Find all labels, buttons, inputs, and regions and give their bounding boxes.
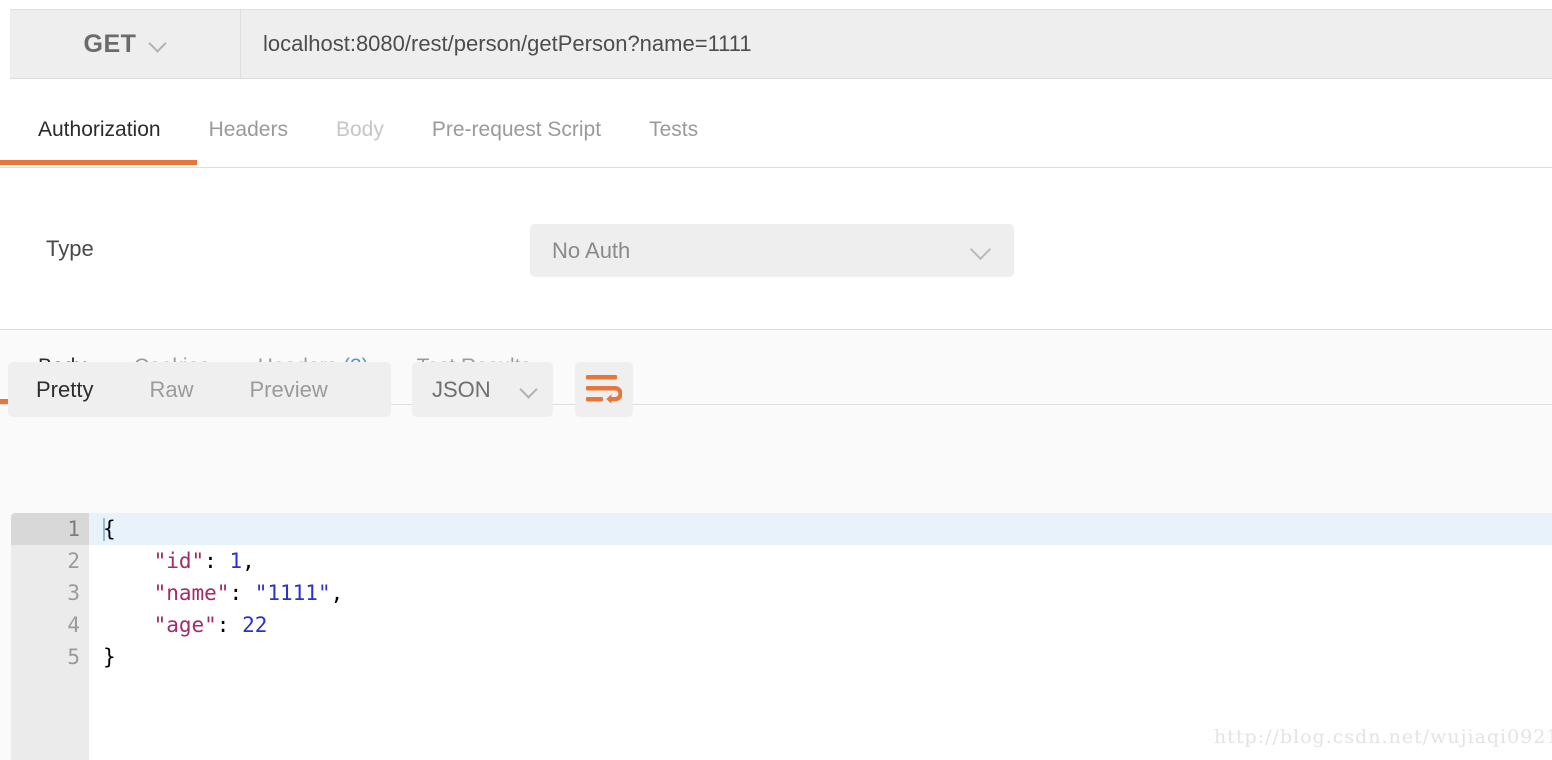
editor-code-line: "id": 1, [89,545,1552,577]
view-mode-pretty[interactable]: Pretty [8,377,121,403]
code-token: 1 [229,549,242,573]
response-body-editor[interactable]: 12345 { "id": 1, "name": "1111", "age": … [11,513,1552,760]
http-method-label: GET [84,30,137,59]
tab-headers[interactable]: Headers [185,100,312,142]
editor-line-number: 2 [11,545,89,577]
view-mode-preview[interactable]: Preview [221,377,355,403]
auth-type-select[interactable]: No Auth [530,224,1014,277]
http-method-select[interactable]: GET [10,10,241,78]
response-view-mode-group: Pretty Raw Preview [8,362,391,417]
code-token: 22 [242,613,267,637]
request-url-bar: GET localhost:8080/rest/person/getPerson… [10,9,1552,79]
request-tabs: Authorization Headers Body Pre-request S… [0,100,1552,168]
code-token: "name" [154,581,230,605]
word-wrap-icon [586,374,622,405]
code-token: "age" [154,613,217,637]
watermark: http://blog.csdn.net/wujiaqi0921 [1214,726,1552,748]
editor-line-number: 3 [11,577,89,609]
code-token: } [103,645,116,669]
response-format-value: JSON [412,377,521,403]
request-tab-active-indicator [0,160,197,165]
auth-type-value: No Auth [530,238,972,264]
tab-tests[interactable]: Tests [625,100,722,142]
code-token: "1111" [255,581,331,605]
chevron-down-icon [150,36,166,52]
editor-line-number: 4 [11,609,89,641]
chevron-down-icon [972,241,992,261]
editor-code-line: { [89,513,1552,545]
editor-code-line: "age": 22 [89,609,1552,641]
tab-authorization[interactable]: Authorization [14,100,185,142]
word-wrap-button[interactable] [575,362,633,417]
code-token: , [331,581,344,605]
editor-line-number: 1 [11,513,89,545]
authorization-panel: Type No Auth [0,168,1552,330]
tab-body[interactable]: Body [312,100,408,142]
code-token: : [229,581,254,605]
editor-code-line: "name": "1111", [89,577,1552,609]
tab-pre-request-script[interactable]: Pre-request Script [408,100,625,142]
editor-code-area[interactable]: { "id": 1, "name": "1111", "age": 22} [89,513,1552,760]
response-format-select[interactable]: JSON [412,362,553,417]
editor-line-number: 5 [11,641,89,673]
code-token: : [217,613,242,637]
code-token: { [103,517,116,541]
code-token: , [242,549,255,573]
code-token: "id" [154,549,205,573]
chevron-down-icon [521,382,537,398]
editor-line-number-gutter: 12345 [11,513,89,760]
code-token [103,613,154,637]
editor-code-line: } [89,641,1552,673]
code-token [103,549,154,573]
view-mode-raw[interactable]: Raw [121,377,221,403]
code-token: : [204,549,229,573]
code-token [103,581,154,605]
request-url-input[interactable]: localhost:8080/rest/person/getPerson?nam… [241,10,1552,78]
auth-type-label: Type [46,236,94,262]
